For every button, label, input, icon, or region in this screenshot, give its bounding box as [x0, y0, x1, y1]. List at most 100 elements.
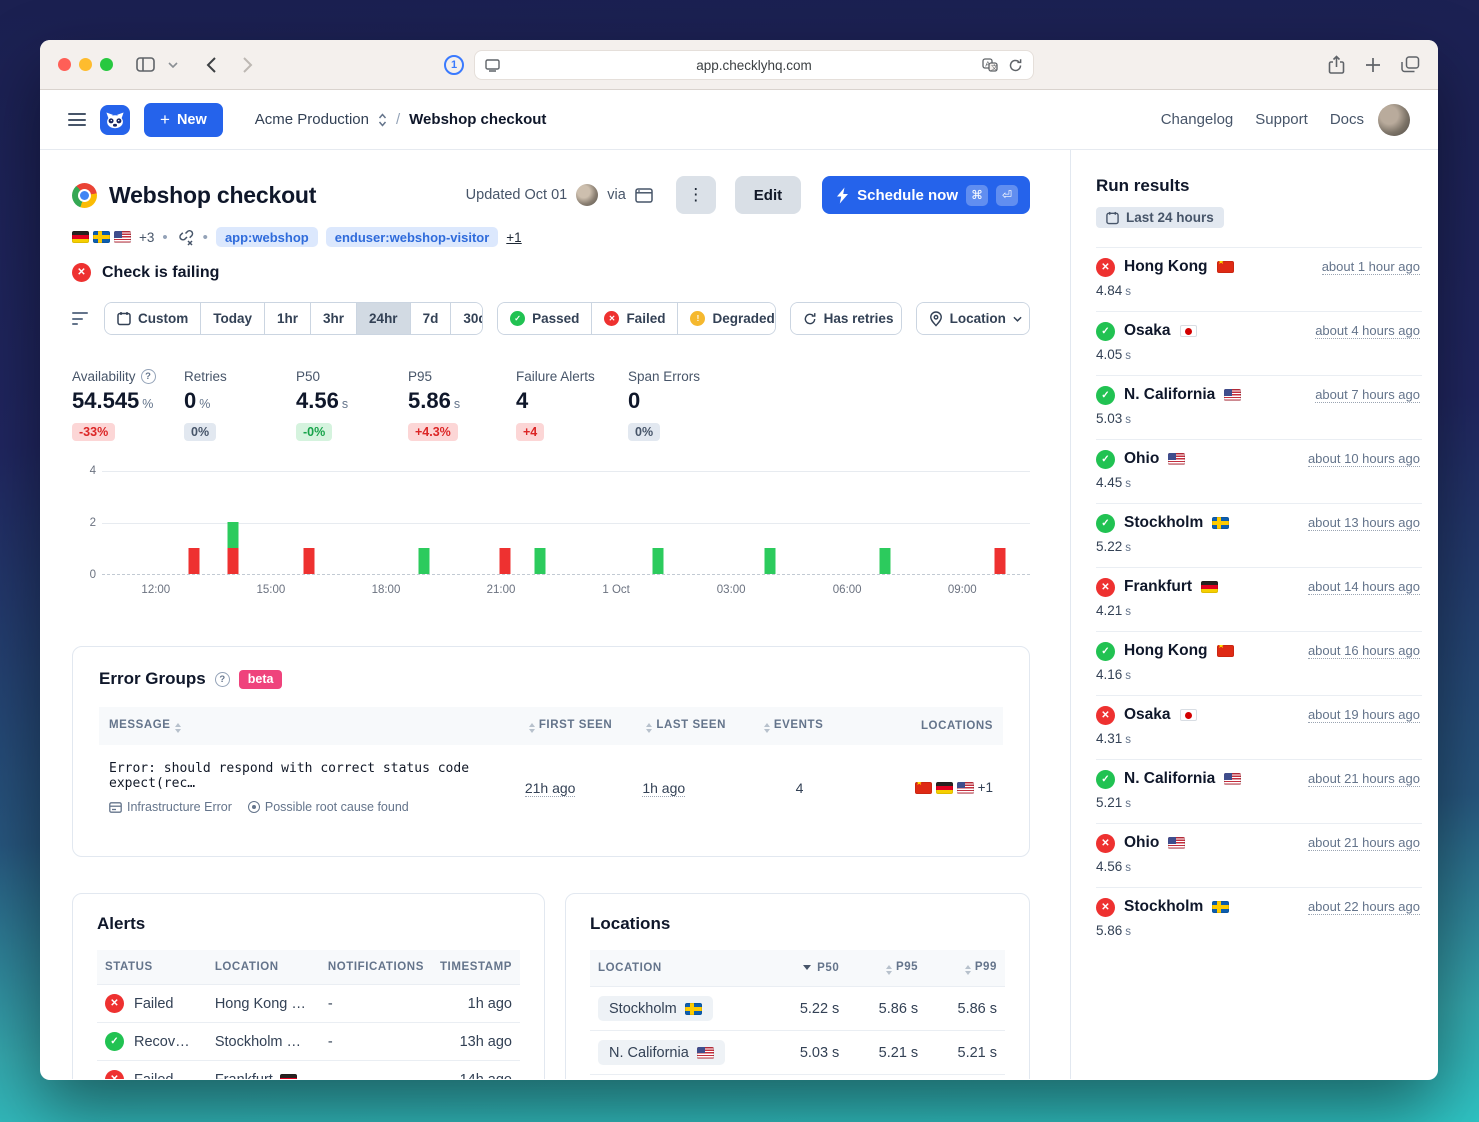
run-result-row[interactable]: ✓ Stockholm about 13 hours ago 5.22s	[1096, 503, 1422, 567]
run-time-link[interactable]: about 4 hours ago	[1315, 323, 1420, 339]
checkly-logo[interactable]	[100, 105, 130, 135]
nav-link[interactable]: Support	[1255, 111, 1308, 128]
run-time-link[interactable]: about 19 hours ago	[1308, 707, 1420, 723]
chevron-down-icon[interactable]	[159, 51, 187, 79]
alert-row[interactable]: ✕Failed Frankfurt - 14h ago	[97, 1061, 520, 1080]
password-manager-icon[interactable]: 1	[444, 55, 464, 75]
run-result-row[interactable]: ✕ Stockholm about 22 hours ago 5.86s	[1096, 887, 1422, 951]
run-result-row[interactable]: ✕ Hong Kong about 1 hour ago 4.84s	[1096, 247, 1422, 311]
location-filter-dropdown[interactable]: Location	[917, 303, 1030, 334]
column-header-location[interactable]: LOCATION	[590, 950, 768, 987]
tag-badge[interactable]: enduser:webshop-visitor	[326, 227, 499, 247]
run-result-row[interactable]: ✓ N. California about 7 hours ago 5.03s	[1096, 375, 1422, 439]
run-result-row[interactable]: ✓ N. California about 21 hours ago 5.21s	[1096, 759, 1422, 823]
column-header-last-seen[interactable]: LAST SEEN	[632, 707, 750, 745]
run-result-row[interactable]: ✕ Osaka about 19 hours ago 4.31s	[1096, 695, 1422, 759]
updated-by-avatar[interactable]	[576, 184, 598, 206]
schedule-now-button[interactable]: Schedule now ⌘ ⏎	[822, 176, 1030, 214]
column-header-message[interactable]: MESSAGE	[99, 707, 515, 745]
tag-badge[interactable]: app:webshop	[216, 227, 318, 247]
run-result-row[interactable]: ✓ Ohio about 10 hours ago 4.45s	[1096, 439, 1422, 503]
run-time-link[interactable]: about 7 hours ago	[1315, 387, 1420, 403]
column-header-status[interactable]: STATUS	[97, 950, 207, 985]
run-time-link[interactable]: about 21 hours ago	[1308, 771, 1420, 787]
filter-icon[interactable]	[72, 312, 88, 325]
more-options-button[interactable]: ⋮	[676, 176, 716, 214]
sidebar-toggle-icon[interactable]	[131, 51, 159, 79]
column-header-events[interactable]: EVENTS	[750, 707, 849, 745]
time-filter-button[interactable]: 7d	[411, 303, 452, 334]
tab-overview-icon[interactable]	[1401, 56, 1420, 73]
first-seen-value[interactable]: 21h ago	[525, 780, 576, 797]
time-filter-button[interactable]: 30d	[451, 303, 483, 334]
time-filter-button[interactable]: 24hr	[357, 303, 411, 334]
run-time-link[interactable]: about 10 hours ago	[1308, 451, 1420, 467]
breadcrumb-project[interactable]: Acme Production	[255, 111, 369, 128]
time-filter-button[interactable]: 3hr	[311, 303, 357, 334]
broken-link-icon[interactable]	[176, 228, 195, 246]
has-retries-button[interactable]: Has retries	[791, 303, 902, 334]
time-filter-button[interactable]: 1hr	[265, 303, 311, 334]
chart-bar[interactable]	[188, 548, 199, 574]
run-time-link[interactable]: about 1 hour ago	[1322, 259, 1420, 275]
status-filter-button[interactable]: Degraded	[678, 303, 775, 334]
run-result-row[interactable]: ✓ Osaka about 4 hours ago 4.05s	[1096, 311, 1422, 375]
share-icon[interactable]	[1328, 55, 1345, 75]
run-time-link[interactable]: about 22 hours ago	[1308, 899, 1420, 915]
location-row[interactable]: Ohio 4.45 s 4.56 s 4.56 s	[590, 1075, 1005, 1080]
column-header-p99[interactable]: P99	[926, 950, 1005, 987]
project-switcher-icon[interactable]	[378, 113, 387, 127]
tags-more-link[interactable]: +1	[506, 230, 521, 245]
edit-button[interactable]: Edit	[735, 176, 801, 214]
run-result-row[interactable]: ✕ Ohio about 21 hours ago 4.56s	[1096, 823, 1422, 887]
run-time-link[interactable]: about 13 hours ago	[1308, 515, 1420, 531]
column-header-p95[interactable]: P95	[847, 950, 926, 987]
location-pill[interactable]: N. California	[598, 1040, 725, 1065]
nav-link[interactable]: Changelog	[1161, 111, 1234, 128]
new-button[interactable]: + New	[144, 103, 223, 137]
locations-more[interactable]: +1	[978, 780, 993, 795]
chart-bar[interactable]	[880, 548, 891, 574]
run-time-link[interactable]: about 21 hours ago	[1308, 835, 1420, 851]
chart-bar[interactable]	[499, 548, 510, 574]
chart-bar[interactable]	[303, 548, 314, 574]
column-header-first-seen[interactable]: FIRST SEEN	[515, 707, 633, 745]
alert-row[interactable]: ✓Recov… Stockholm … - 13h ago	[97, 1023, 520, 1061]
new-tab-icon[interactable]	[1365, 57, 1381, 73]
chart-bar[interactable]	[227, 522, 238, 574]
help-icon[interactable]: ?	[215, 672, 230, 687]
close-window-button[interactable]	[58, 58, 71, 71]
location-pill[interactable]: Stockholm	[598, 996, 713, 1021]
status-filter-button[interactable]: Passed	[498, 303, 592, 334]
time-filter-button[interactable]: Today	[201, 303, 265, 334]
run-result-row[interactable]: ✕ Frankfurt about 14 hours ago 4.21s	[1096, 567, 1422, 631]
status-filter-button[interactable]: Failed	[592, 303, 678, 334]
error-message[interactable]: Error: should respond with correct statu…	[109, 761, 505, 791]
forward-button[interactable]	[233, 51, 261, 79]
chart-bar[interactable]	[652, 548, 663, 574]
run-time-link[interactable]: about 14 hours ago	[1308, 579, 1420, 595]
menu-icon[interactable]	[68, 113, 86, 126]
run-time-link[interactable]: about 16 hours ago	[1308, 643, 1420, 659]
last-seen-value[interactable]: 1h ago	[642, 780, 685, 797]
chart-bar[interactable]	[765, 548, 776, 574]
error-group-row[interactable]: Error: should respond with correct statu…	[99, 745, 1003, 830]
user-avatar[interactable]	[1378, 104, 1410, 136]
flags-more[interactable]: +3	[139, 230, 154, 245]
chart-bar[interactable]	[535, 548, 546, 574]
column-header-notifications[interactable]: NOTIFICATIONS	[320, 950, 432, 985]
minimize-window-button[interactable]	[79, 58, 92, 71]
run-result-row[interactable]: ✓ Hong Kong about 16 hours ago 4.16s	[1096, 631, 1422, 695]
column-header-p50[interactable]: P50	[768, 950, 847, 987]
chart-bar[interactable]	[995, 548, 1006, 574]
column-header-timestamp[interactable]: TIMESTAMP	[432, 950, 520, 985]
help-icon[interactable]: ?	[141, 369, 156, 384]
location-row[interactable]: N. California 5.03 s 5.21 s 5.21 s	[590, 1031, 1005, 1075]
back-button[interactable]	[197, 51, 225, 79]
location-row[interactable]: Stockholm 5.22 s 5.86 s 5.86 s	[590, 987, 1005, 1031]
column-header-location[interactable]: LOCATION	[207, 950, 320, 985]
chart-bar[interactable]	[419, 548, 430, 574]
time-filter-button[interactable]: Custom	[105, 303, 201, 334]
alert-row[interactable]: ✕Failed Hong Kong … - 1h ago	[97, 985, 520, 1023]
zoom-window-button[interactable]	[100, 58, 113, 71]
